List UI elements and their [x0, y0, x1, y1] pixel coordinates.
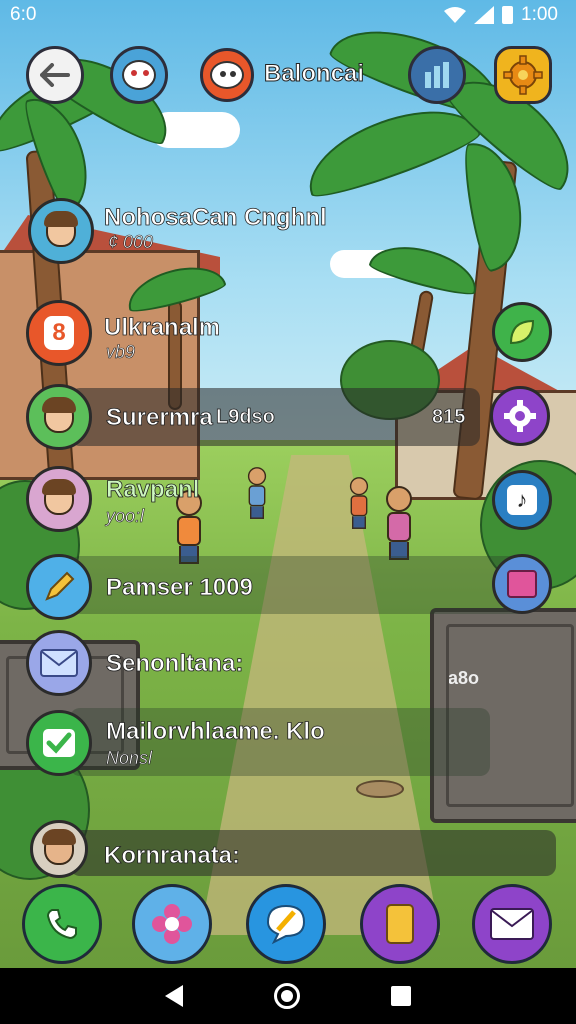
signal-icon	[474, 6, 495, 24]
flower-icon	[152, 904, 192, 944]
status-clock: 1:00	[521, 4, 558, 25]
arrow-left-icon	[40, 63, 70, 87]
music-button[interactable]: ♪	[492, 470, 552, 530]
list-item-title[interactable]: Pamser 1009	[106, 574, 254, 602]
envelope-icon	[490, 908, 534, 940]
list-item-title[interactable]: Mailorvhlaame. Klo	[106, 718, 326, 746]
gift-icon	[507, 570, 537, 598]
status-time: 6:0	[10, 4, 37, 25]
dock-flower-button[interactable]	[132, 884, 212, 964]
wifi-icon	[444, 7, 467, 23]
kid-figure	[386, 486, 412, 560]
list-item-subtitle: yoo:l	[106, 506, 145, 527]
list-avatar[interactable]	[28, 198, 94, 264]
gift-button[interactable]	[492, 554, 552, 614]
dock-chat-button[interactable]	[246, 884, 326, 964]
list-item-subtitle: vb9	[106, 342, 136, 363]
app-mascot-button[interactable]	[110, 46, 168, 104]
cartoon-face-icon	[122, 60, 156, 90]
list-item-title[interactable]: Senonltana:	[106, 650, 244, 678]
list-avatar[interactable]	[30, 820, 88, 878]
system-nav-bar	[0, 968, 576, 1024]
crate-label: a8o	[448, 668, 480, 688]
nav-home-icon[interactable]	[273, 983, 300, 1009]
list-item-subtitle: ¢ 000	[108, 232, 154, 253]
list-item-extra: L9dso	[216, 406, 276, 429]
profile-button[interactable]	[200, 48, 254, 102]
dock-mail-button[interactable]	[472, 884, 552, 964]
gear-icon	[503, 55, 543, 95]
list-item-title[interactable]: Surermra	[106, 404, 214, 432]
list-item-title[interactable]: NohosaCan Cnghnl	[104, 204, 327, 232]
status-bar: 6:0 1:00	[0, 0, 576, 30]
stats-button[interactable]	[408, 46, 466, 104]
cartoon-face-icon	[210, 61, 244, 89]
kid-figure	[247, 467, 267, 519]
battery-icon	[502, 6, 514, 24]
list-avatar[interactable]	[26, 384, 92, 450]
settings-button[interactable]	[494, 46, 552, 104]
list-avatar[interactable]	[26, 630, 92, 696]
list-avatar[interactable]	[26, 710, 92, 776]
music-note-icon: ♪	[507, 485, 537, 515]
settings-side-button[interactable]	[490, 386, 550, 446]
checkmark-icon	[43, 729, 75, 757]
chat-bubble-icon	[266, 904, 306, 945]
list-item-title[interactable]: Ravpanl	[106, 476, 200, 504]
leaf-button[interactable]	[492, 302, 552, 362]
status-icons: 1:00	[444, 4, 558, 26]
dock-battery-button[interactable]	[360, 884, 440, 964]
boy-avatar-icon	[44, 211, 78, 247]
phone-icon	[46, 909, 77, 940]
list-item-title[interactable]: Kornranata:	[104, 842, 241, 870]
list-avatar[interactable]	[26, 554, 92, 620]
man-avatar-icon	[42, 829, 76, 865]
page-title: Baloncai	[263, 60, 365, 88]
envelope-icon	[40, 649, 78, 677]
list-item-value: 815	[432, 406, 466, 429]
orange-b-icon: 8	[44, 316, 74, 350]
family-avatar-icon	[42, 479, 76, 515]
nav-back-icon[interactable]	[165, 985, 184, 1007]
stone	[356, 780, 404, 798]
back-button[interactable]	[26, 46, 84, 104]
list-item-subtitle: Nonsl	[106, 748, 153, 769]
pencil-icon	[45, 571, 75, 601]
nav-recents-icon[interactable]	[390, 986, 411, 1006]
list-item-title[interactable]: Ulkranalm	[104, 314, 221, 342]
kid-figure	[349, 477, 369, 529]
girl-avatar-icon	[42, 397, 76, 433]
list-avatar[interactable]: 8	[26, 300, 92, 366]
battery-icon	[386, 904, 414, 944]
list-avatar[interactable]	[26, 466, 92, 532]
gear-icon	[504, 400, 536, 432]
dock-phone-button[interactable]	[22, 884, 102, 964]
bar-chart-icon	[425, 62, 449, 88]
leaf-icon	[509, 319, 535, 345]
